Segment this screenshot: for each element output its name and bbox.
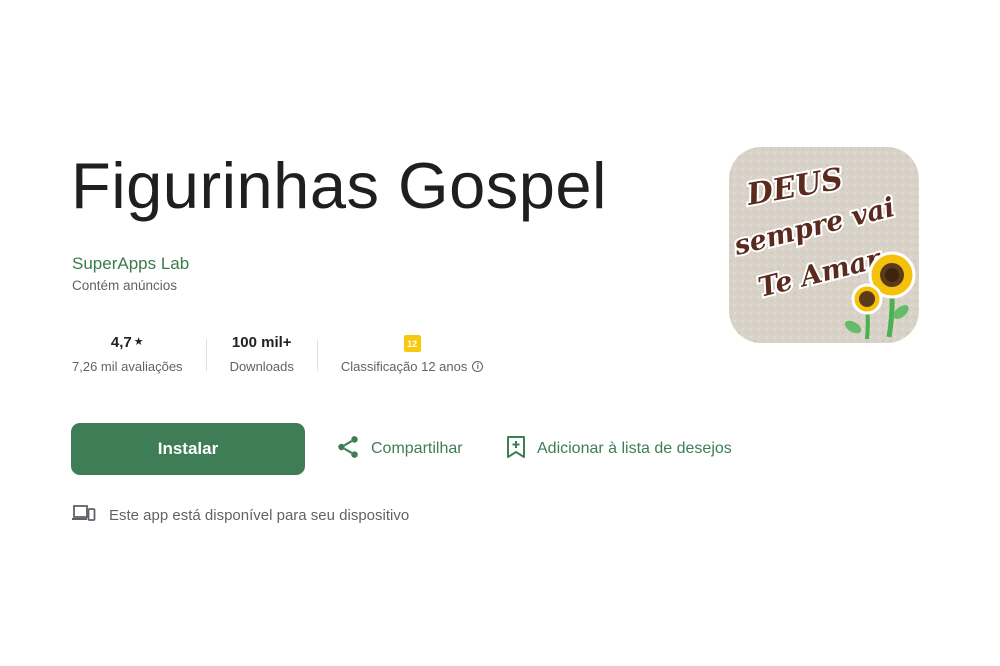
bookmark-add-icon xyxy=(505,435,527,464)
rating-count: 7,26 mil avaliações xyxy=(72,359,183,374)
stat-divider xyxy=(316,339,318,371)
wishlist-label: Adicionar à lista de desejos xyxy=(537,440,732,457)
share-label: Compartilhar xyxy=(371,440,463,457)
rating-value: 4,7 xyxy=(110,334,132,351)
downloads-stat: 100 mil+ Downloads xyxy=(230,333,294,377)
devices-icon xyxy=(72,503,96,527)
star-icon: ★ xyxy=(133,336,144,348)
app-store-listing: Figurinhas Gospel SuperApps Lab Contém a… xyxy=(0,0,1000,666)
rating-value-row: 4,7 ★ xyxy=(111,333,144,353)
app-title: Figurinhas Gospel xyxy=(71,149,607,222)
content-rating-label-row: Classificação 12 anos i xyxy=(340,359,484,374)
downloads-label: Downloads xyxy=(229,359,294,374)
rating-stat[interactable]: 4,7 ★ 7,26 mil avaliações xyxy=(72,333,183,377)
ads-notice: Contém anúncios xyxy=(72,278,178,293)
app-icon: DEUS sempre vai Te Amar xyxy=(729,147,919,343)
device-availability-text: Este app está disponível para seu dispos… xyxy=(109,506,410,524)
device-availability: Este app está disponível para seu dispos… xyxy=(72,503,409,527)
downloads-value: 100 mil+ xyxy=(231,334,292,351)
developer-link[interactable]: SuperApps Lab xyxy=(72,254,189,274)
stats-row: 4,7 ★ 7,26 mil avaliações 100 mil+ Downl… xyxy=(72,333,484,377)
share-icon xyxy=(335,434,361,465)
age-rating-badge: 12 xyxy=(403,335,421,352)
wishlist-button[interactable]: Adicionar à lista de desejos xyxy=(505,434,732,464)
install-button[interactable]: Instalar xyxy=(71,423,305,475)
content-rating-badge-row: 12 xyxy=(403,333,421,353)
content-rating-label: Classificação 12 anos xyxy=(340,359,468,374)
stat-divider xyxy=(205,339,207,371)
share-button[interactable]: Compartilhar xyxy=(335,434,463,464)
content-rating-stat[interactable]: 12 Classificação 12 anos i xyxy=(340,333,484,377)
info-icon[interactable]: i xyxy=(472,361,484,372)
